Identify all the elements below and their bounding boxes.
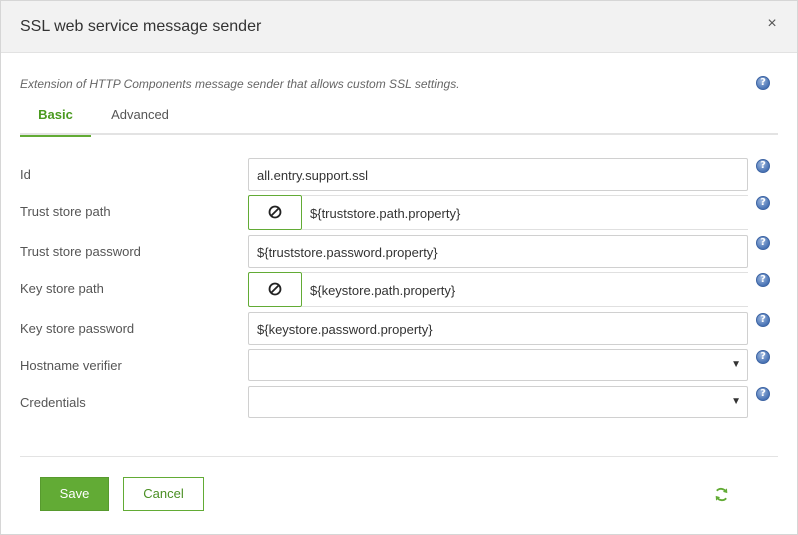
help-icon[interactable]: ? [756,159,770,173]
credentials-select[interactable]: ▼ [248,386,748,418]
key-store-password-field[interactable]: ${keystore.password.property} [248,312,748,345]
chevron-down-icon: ▼ [731,396,741,407]
help-icon[interactable]: ? [756,76,770,90]
credentials-label: Credentials [20,395,86,410]
hostname-verifier-select[interactable]: ▼ [248,349,748,381]
trust-store-path-label: Trust store path [20,204,111,219]
tab-bar: Basic Advanced [20,101,778,137]
save-button[interactable]: Save [40,477,109,511]
dialog-title: SSL web service message sender [20,18,262,35]
dialog-description: Extension of HTTP Components message sen… [20,77,460,91]
key-store-password-label: Key store password [20,321,135,336]
id-field[interactable]: all.entry.support.ssl [248,158,748,191]
chevron-down-icon: ▼ [731,359,741,370]
tab-advanced[interactable]: Advanced [100,107,180,135]
trust-store-password-field[interactable]: ${truststore.password.property} [248,235,748,268]
trust-store-password-label: Trust store password [20,244,141,259]
key-store-path-label: Key store path [20,281,104,296]
help-icon[interactable]: ? [756,236,770,250]
id-label: Id [20,167,31,182]
no-entry-icon [268,282,282,296]
close-icon[interactable]: × [764,15,780,33]
key-store-path-toggle[interactable] [248,272,302,307]
help-icon[interactable]: ? [756,313,770,327]
help-icon[interactable]: ? [756,273,770,287]
dialog-header: SSL web service message sender × [1,1,797,53]
cancel-button[interactable]: Cancel [123,477,204,511]
help-icon[interactable]: ? [756,387,770,401]
no-entry-icon [268,205,282,219]
help-icon[interactable]: ? [756,196,770,210]
help-icon[interactable]: ? [756,350,770,364]
trust-store-path-field[interactable]: ${truststore.path.property} [302,195,748,230]
footer-divider [20,456,778,457]
tab-basic[interactable]: Basic [20,107,91,137]
trust-store-path-toggle[interactable] [248,195,302,230]
dialog: SSL web service message sender × Extensi… [0,0,798,535]
hostname-verifier-label: Hostname verifier [20,358,122,373]
refresh-icon[interactable] [714,487,729,502]
key-store-path-field[interactable]: ${keystore.path.property} [302,272,748,307]
